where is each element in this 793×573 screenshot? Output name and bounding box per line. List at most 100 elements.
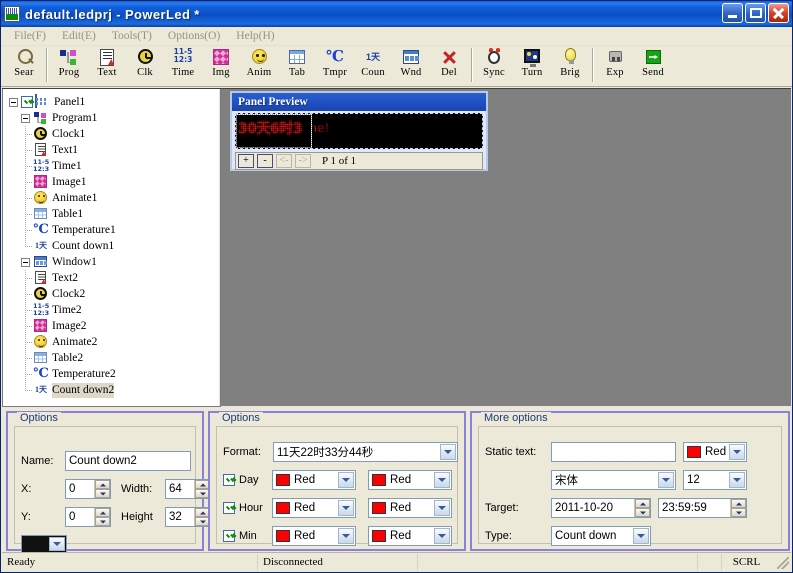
clock-icon [33, 287, 48, 301]
tree-expander[interactable] [21, 257, 30, 267]
tree-connector [21, 190, 33, 206]
tree-node-panel1[interactable]: Panel1 [9, 94, 220, 110]
toolbar-button-tab[interactable]: Tab [278, 46, 316, 78]
color1-combo-day[interactable]: Red [272, 470, 356, 490]
font-family-combo[interactable]: 宋体 [551, 470, 676, 490]
chevron-down-icon[interactable] [338, 472, 354, 488]
preview-zoom-in-button[interactable]: + [238, 154, 254, 168]
chevron-down-icon[interactable] [434, 500, 450, 516]
toolbar-button-coun[interactable]: 1天 Coun [354, 46, 392, 78]
menu-item-tools[interactable]: Tools(T) [105, 29, 161, 44]
tree-node-clock2[interactable]: Clock2 [9, 286, 220, 302]
menu-item-help[interactable]: Help(H) [229, 29, 283, 44]
resize-grip-icon[interactable] [777, 557, 789, 569]
project-tree-panel[interactable]: Panel1 Program1 Clock1 Text1 11-5 12:3 Time1 Im… [2, 89, 221, 407]
tree-node-animate1[interactable]: Animate1 [9, 190, 220, 206]
height-stepper[interactable]: 32 [165, 507, 211, 527]
chevron-down-icon[interactable] [658, 472, 674, 488]
target-date-spin-buttons[interactable] [634, 499, 650, 517]
tree-node-clock1[interactable]: Clock1 [9, 126, 220, 142]
font-size-combo[interactable]: 12 [683, 470, 747, 490]
color1-combo-hour[interactable]: Red [272, 498, 356, 518]
tree-node-label: Animate1 [52, 191, 98, 204]
chevron-down-icon[interactable] [729, 444, 745, 460]
toolbar-label: Wnd [400, 67, 422, 78]
static-text-input[interactable] [551, 442, 676, 462]
tree-node-count-down2[interactable]: 1天 Count down2 [9, 382, 220, 398]
color2-combo-hour[interactable]: Red [368, 498, 452, 518]
tree-node-program1[interactable]: Program1 [9, 110, 220, 126]
toolbar-button-img[interactable]: Img [202, 46, 240, 78]
led-selected-region[interactable]: 30天6时3 [236, 114, 312, 148]
chevron-down-icon[interactable] [338, 500, 354, 516]
toolbar-button-brig[interactable]: Brig [551, 46, 589, 78]
maximize-button[interactable] [745, 3, 766, 23]
x-stepper[interactable]: 0 [65, 479, 111, 499]
chevron-down-icon[interactable] [440, 444, 456, 460]
tree-node-table1[interactable]: Table1 [9, 206, 220, 222]
y-stepper[interactable]: 0 [65, 507, 111, 527]
format-combo[interactable]: 11天22时33分44秒 [273, 442, 458, 462]
toolbar-button-tmpr[interactable]: ℃ Tmpr [316, 46, 354, 79]
color2-combo-min[interactable]: Red [368, 526, 452, 546]
minimize-button[interactable] [722, 3, 743, 23]
preview-prev-page-button[interactable]: <- [276, 154, 292, 168]
menu-item-file[interactable]: File(F) [7, 29, 55, 44]
tree-node-window1[interactable]: Window1 [9, 254, 220, 270]
tree-node-label: Clock2 [52, 287, 86, 300]
toolbar-button-time[interactable]: 11-5 12:3 Time [164, 46, 202, 79]
tree-expander[interactable] [21, 113, 30, 123]
name-input[interactable]: Count down2 [65, 451, 191, 471]
y-spin-buttons[interactable] [94, 508, 110, 526]
checkbox-min[interactable] [223, 530, 235, 542]
tree-node-image2[interactable]: Image2 [9, 318, 220, 334]
preview-zoom-out-button[interactable]: - [257, 154, 273, 168]
chevron-down-icon[interactable] [338, 528, 354, 544]
preview-next-page-button[interactable]: -> [295, 154, 311, 168]
target-time-stepper[interactable]: 23:59:59 [658, 498, 747, 518]
toolbar-button-sync[interactable]: Sync [475, 46, 513, 78]
color-combo-partial[interactable] [21, 535, 67, 553]
toolbar-button-del[interactable]: Del [430, 46, 468, 78]
chevron-down-icon[interactable] [434, 472, 450, 488]
toolbar-button-wnd[interactable]: Wnd [392, 46, 430, 78]
toolbar-button-text[interactable]: Text [88, 46, 126, 78]
tree-checkbox[interactable] [21, 96, 33, 108]
tree-node-text1[interactable]: Text1 [9, 142, 220, 158]
tree-expander[interactable] [9, 97, 18, 107]
color2-combo-day[interactable]: Red [368, 470, 452, 490]
toolbar-button-anim[interactable]: Anim [240, 46, 278, 78]
checkbox-day[interactable] [223, 474, 235, 486]
toolbar-button-prog[interactable]: Prog [50, 46, 88, 78]
chevron-down-icon[interactable] [633, 528, 649, 544]
tree-node-animate2[interactable]: Animate2 [9, 334, 220, 350]
project-tree[interactable]: Panel1 Program1 Clock1 Text1 11-5 12:3 Time1 Im… [3, 89, 220, 398]
toolbar-button-clk[interactable]: Clk [126, 46, 164, 78]
tree-node-temperature1[interactable]: ℃ Temperature1 [9, 222, 220, 238]
chevron-down-icon[interactable] [729, 472, 745, 488]
toolbar-button-sear[interactable]: Sear [5, 46, 43, 78]
tree-node-time2[interactable]: 11-5 12:3 Time2 [9, 302, 220, 318]
chevron-down-icon[interactable] [434, 528, 450, 544]
toolbar-button-turn[interactable]: Turn [513, 46, 551, 78]
tree-node-table2[interactable]: Table2 [9, 350, 220, 366]
led-panel-frame[interactable]: ome! 30天6时3 [235, 113, 483, 149]
menu-item-options[interactable]: Options(O) [161, 29, 229, 44]
checkbox-hour[interactable] [223, 502, 235, 514]
x-spin-buttons[interactable] [94, 480, 110, 498]
toolbar-button-exp[interactable]: Exp [596, 46, 634, 78]
toolbar-button-send[interactable]: Send [634, 46, 672, 78]
tree-node-time1[interactable]: 11-5 12:3 Time1 [9, 158, 220, 174]
color1-combo-min[interactable]: Red [272, 526, 356, 546]
tree-node-image1[interactable]: Image1 [9, 174, 220, 190]
type-combo[interactable]: Count down [551, 526, 651, 546]
tree-node-temperature2[interactable]: ℃ Temperature2 [9, 366, 220, 382]
menu-item-edit[interactable]: Edit(E) [55, 29, 105, 44]
static-text-color-combo[interactable]: Red [683, 442, 747, 462]
tree-node-text2[interactable]: Text2 [9, 270, 220, 286]
target-date-stepper[interactable]: 2011-10-20 [551, 498, 651, 518]
target-time-spin-buttons[interactable] [730, 499, 746, 517]
close-button[interactable] [768, 3, 789, 23]
tree-node-count-down1[interactable]: 1天 Count down1 [9, 238, 220, 254]
width-stepper[interactable]: 64 [165, 479, 211, 499]
